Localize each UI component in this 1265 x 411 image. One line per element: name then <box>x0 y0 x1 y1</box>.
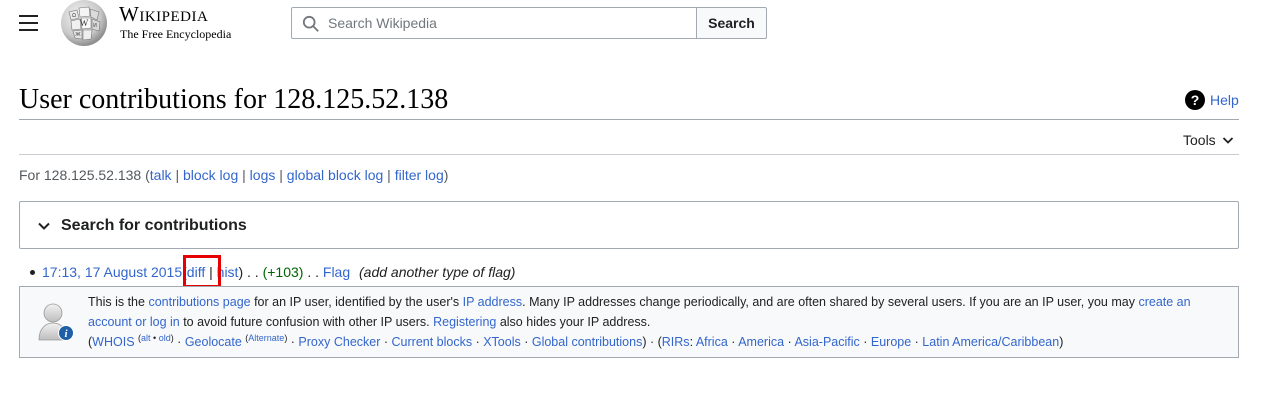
timestamp-link[interactable]: 17:13, 17 August 2015 <box>42 264 182 280</box>
title-divider <box>19 119 1239 120</box>
xtools-link[interactable]: XTools <box>483 335 521 349</box>
filter-log-link[interactable]: filter log <box>395 167 444 183</box>
notice-text-part: This is the <box>88 295 149 309</box>
rir-africa-link[interactable]: Africa <box>696 335 728 349</box>
question-circle-icon: ? <box>1185 90 1205 110</box>
svg-text:Ω: Ω <box>72 13 76 19</box>
svg-text:И: И <box>93 23 97 29</box>
wikipedia-globe-icon: W Ω И Ж <box>61 0 107 46</box>
bullet <box>30 270 35 275</box>
size-change: (+103) <box>262 264 304 280</box>
notice-text-part: . Many IP addresses change periodically,… <box>522 295 1139 309</box>
whois-link[interactable]: WHOIS <box>92 335 134 349</box>
rir-asia-pacific-link[interactable]: Asia-Pacific <box>794 335 859 349</box>
block-log-link[interactable]: block log <box>183 167 238 183</box>
panel-title: Search for contributions <box>61 217 247 234</box>
separator: | <box>275 167 287 183</box>
tools-menu[interactable]: Tools <box>1183 131 1234 149</box>
separator: | <box>238 167 250 183</box>
wikipedia-logo[interactable]: W Ω И Ж Wikipedia The Free Encyclopedia <box>59 0 249 46</box>
geolocate-link[interactable]: Geolocate <box>185 335 242 349</box>
user-links-line: For 128.125.52.138 (talk | block log | l… <box>19 166 448 184</box>
site-header: W Ω И Ж Wikipedia The Free Encyclopedia … <box>0 0 1265 46</box>
rir-latin-america-link[interactable]: Latin America/Caribbean <box>922 335 1059 349</box>
rirs-link[interactable]: RIRs <box>662 335 690 349</box>
separator: | <box>171 167 183 183</box>
notice-text-part: for an IP user, identified by the user's <box>250 295 463 309</box>
contributions-page-link[interactable]: contributions page <box>148 295 250 309</box>
svg-text:Ж: Ж <box>75 32 81 38</box>
chevron-down-icon <box>38 222 50 230</box>
tools-divider <box>19 154 1239 155</box>
wikipedia-tagline: The Free Encyclopedia <box>120 27 232 41</box>
hist-link[interactable]: hist <box>217 264 239 280</box>
geolocate-alternate-link[interactable]: Alternate <box>248 333 284 343</box>
separator: | <box>383 167 395 183</box>
separator-dots: . . <box>307 264 319 280</box>
search-box[interactable] <box>291 7 697 39</box>
proxy-checker-link[interactable]: Proxy Checker <box>298 335 380 349</box>
user-links-suffix: ) <box>443 167 449 183</box>
ip-address-link[interactable]: IP address <box>463 295 523 309</box>
hamburger-menu-icon[interactable] <box>19 15 39 31</box>
page-title: User contributions for 128.125.52.138 <box>19 84 449 115</box>
whois-old-link[interactable]: old <box>159 333 171 343</box>
global-contributions-link[interactable]: Global contributions <box>532 335 642 349</box>
current-blocks-link[interactable]: Current blocks <box>392 335 473 349</box>
notice-text-part: to avoid future confusion with other IP … <box>179 315 434 329</box>
svg-text:W: W <box>80 18 89 28</box>
chevron-down-icon <box>1222 137 1233 144</box>
user-links-prefix: For 128.125.52.138 ( <box>19 167 150 183</box>
help-link[interactable]: ? Help <box>1185 90 1239 110</box>
registering-link[interactable]: Registering <box>433 315 496 329</box>
rir-europe-link[interactable]: Europe <box>871 335 911 349</box>
notice-text-part: also hides your IP address. <box>496 315 651 329</box>
whois-alt-link[interactable]: alt <box>141 333 151 343</box>
edit-summary: (add another type of flag) <box>359 264 516 280</box>
separator-dots: . . <box>247 264 259 280</box>
magnifier-icon <box>302 15 319 32</box>
wikipedia-wordmark: Wikipedia <box>119 2 209 26</box>
diff-link[interactable]: diff <box>187 264 205 280</box>
search-button[interactable]: Search <box>696 7 767 39</box>
page-link[interactable]: Flag <box>323 264 350 280</box>
search-input[interactable] <box>328 8 688 38</box>
rir-america-link[interactable]: America <box>738 335 784 349</box>
tools-label: Tools <box>1183 132 1216 148</box>
global-block-log-link[interactable]: global block log <box>287 167 384 183</box>
talk-link[interactable]: talk <box>150 167 172 183</box>
ip-user-notice: i This is the contributions page for an … <box>19 286 1239 358</box>
logs-link[interactable]: logs <box>250 167 276 183</box>
help-label: Help <box>1210 92 1239 108</box>
search-contributions-panel[interactable]: Search for contributions <box>19 201 1239 249</box>
anonymous-user-info-icon: i <box>38 303 74 341</box>
notice-text: This is the contributions page for an IP… <box>88 295 1191 349</box>
